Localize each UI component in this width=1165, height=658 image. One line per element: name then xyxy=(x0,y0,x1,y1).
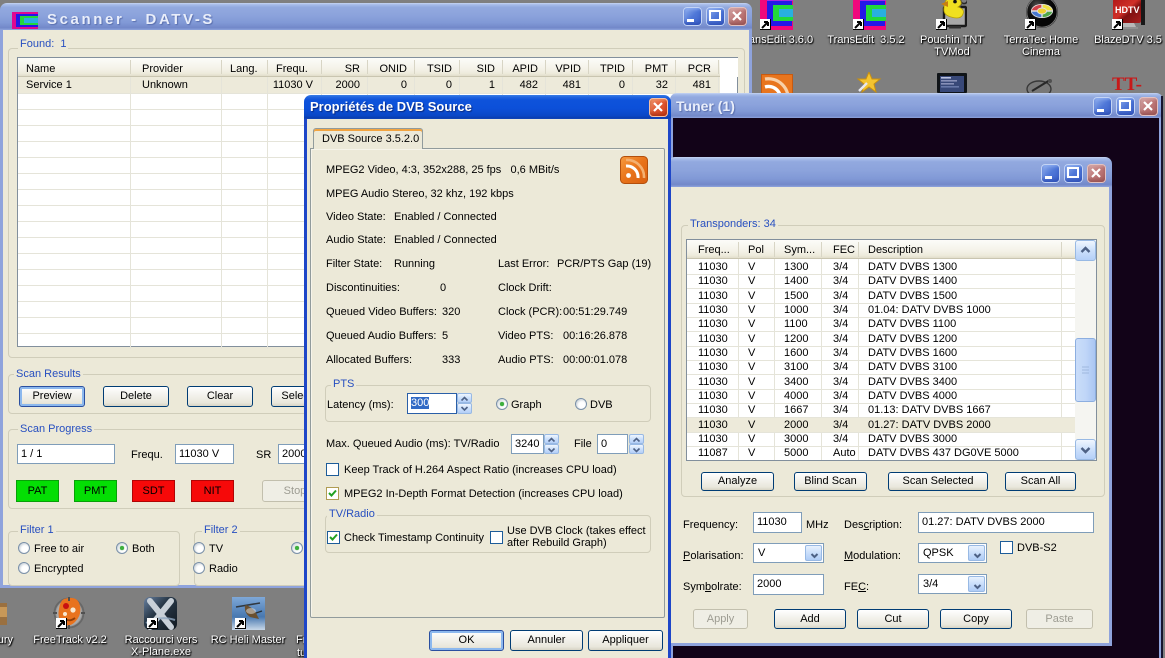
svg-text:TT-: TT- xyxy=(1112,74,1142,93)
svg-text:HDTV: HDTV xyxy=(1115,5,1140,15)
